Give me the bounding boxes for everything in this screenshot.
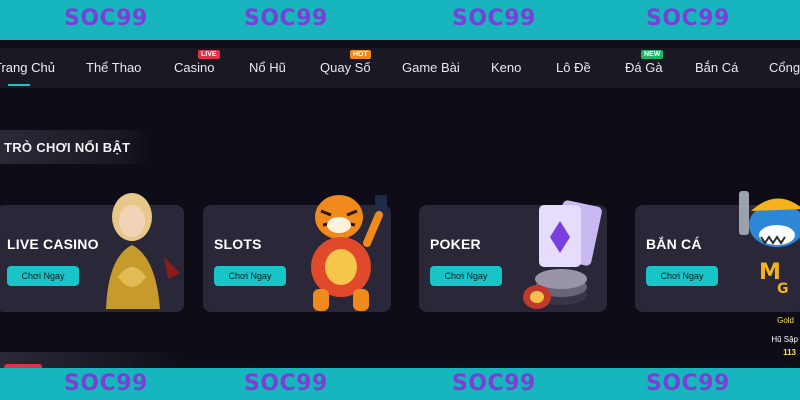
play-now-button[interactable]: Chơi Ngay (646, 266, 718, 286)
watermark-text: SOC99 (244, 371, 328, 396)
game-card-live-casino[interactable]: LIVE CASINO Chơi Ngay (0, 193, 184, 312)
tiger-mascot-image (311, 195, 387, 311)
main-nav: Trang Chủ Thể Thao Casino LIVE Nổ Hũ Qua… (0, 48, 800, 88)
promo-line-2: Hũ Sập (771, 335, 798, 344)
watermark-text: SOC99 (646, 6, 730, 31)
shark-mascot-image: M G (739, 191, 800, 297)
nav-item-cong[interactable]: Cổng (769, 60, 800, 75)
nav-item-the-thao[interactable]: Thể Thao (86, 60, 141, 75)
cards-and-chips-image (523, 200, 602, 309)
promo-line-1: Gold (777, 316, 794, 325)
svg-text:G: G (777, 281, 789, 297)
card-title: LIVE CASINO (7, 236, 99, 252)
nav-item-trang-chu[interactable]: Trang Chủ (0, 60, 55, 75)
watermark-text: SOC99 (64, 6, 148, 31)
watermark-text: SOC99 (244, 6, 328, 31)
live-dealer-image (106, 193, 180, 309)
active-tab-indicator (8, 84, 30, 86)
nav-item-quay-so[interactable]: Quay Số (320, 60, 371, 75)
nav-item-keno[interactable]: Keno (491, 60, 521, 75)
section-header: TRÒ CHƠI NỔI BẬT (0, 130, 150, 164)
play-now-button[interactable]: Chơi Ngay (7, 266, 79, 286)
hot-badge: HOT (350, 50, 371, 59)
nav-item-casino[interactable]: Casino (174, 60, 214, 75)
play-now-button[interactable]: Chơi Ngay (214, 266, 286, 286)
game-card-slots[interactable]: SLOTS Chơi Ngay (203, 195, 391, 312)
card-title: SLOTS (214, 236, 262, 252)
watermark-text: SOC99 (452, 6, 536, 31)
bottom-watermark-band: SOC99 SOC99 SOC99 SOC99 (0, 368, 800, 400)
live-badge: LIVE (198, 50, 220, 59)
watermark-text: SOC99 (64, 371, 148, 396)
nav-item-ban-ca[interactable]: Bắn Cá (695, 60, 738, 75)
game-card-poker[interactable]: POKER Chơi Ngay (419, 200, 607, 312)
nav-item-da-ga[interactable]: Đá Gà (625, 60, 663, 75)
play-now-button[interactable]: Chơi Ngay (430, 266, 502, 286)
nav-item-game-bai[interactable]: Game Bài (402, 60, 460, 75)
jackpot-promo[interactable]: Gold Hũ Sập 113 (762, 310, 800, 360)
watermark-text: SOC99 (646, 371, 730, 396)
game-card-ban-ca[interactable]: M G BẮN CÁ Chơi Ngay (635, 191, 800, 312)
nav-item-lo-de[interactable]: Lô Đề (556, 60, 591, 75)
top-watermark-band: SOC99 SOC99 SOC99 SOC99 (0, 0, 800, 40)
new-badge: NEW (641, 50, 664, 59)
section-title: TRÒ CHƠI NỔI BẬT (4, 140, 131, 155)
card-title: POKER (430, 236, 481, 252)
watermark-text: SOC99 (452, 371, 536, 396)
nav-item-no-hu[interactable]: Nổ Hũ (249, 60, 286, 75)
card-title: BẮN CÁ (646, 236, 702, 252)
promo-amount: 113 (783, 348, 796, 357)
